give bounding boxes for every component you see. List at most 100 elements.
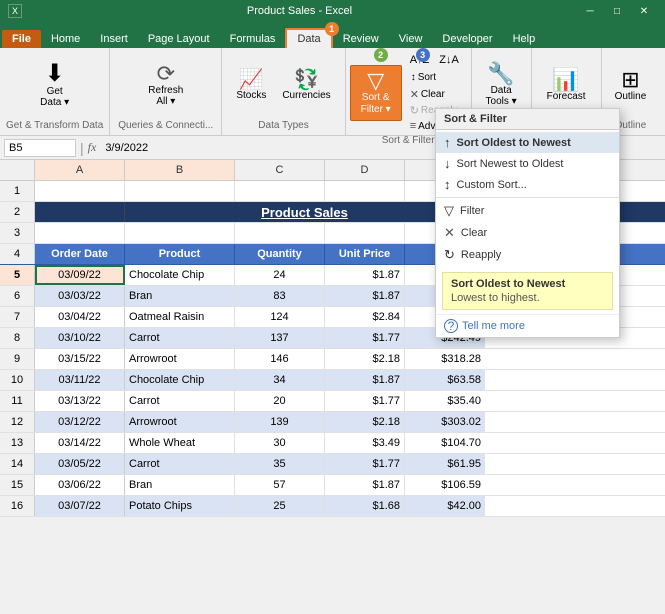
cell-16-product[interactable]: Potato Chips	[125, 496, 235, 516]
cell-7-qty[interactable]: 124	[235, 307, 325, 327]
cell-16-date[interactable]: 03/07/22	[35, 496, 125, 516]
cell-16-price[interactable]: $1.68	[325, 496, 405, 516]
refresh-all-button[interactable]: ⟳ RefreshAll ▾	[141, 59, 190, 111]
cell-14-price[interactable]: $1.77	[325, 454, 405, 474]
cell-3c[interactable]	[235, 223, 325, 243]
cell-11-total[interactable]: $35.40	[405, 391, 485, 411]
col-header-c[interactable]: C	[235, 160, 325, 180]
tab-home[interactable]: Home	[41, 30, 90, 48]
cell-11-date[interactable]: 03/13/22	[35, 391, 125, 411]
cell-6-qty[interactable]: 83	[235, 286, 325, 306]
sort-button[interactable]: ↕ Sort	[406, 70, 441, 85]
cell-14-date[interactable]: 03/05/22	[35, 454, 125, 474]
cell-1b[interactable]	[125, 181, 235, 201]
currencies-button[interactable]: 💱 Currencies	[276, 66, 336, 105]
cell-14-total[interactable]: $61.95	[405, 454, 485, 474]
cell-6-price[interactable]: $1.87	[325, 286, 405, 306]
cell-1d[interactable]	[325, 181, 405, 201]
cell-8-price[interactable]: $1.77	[325, 328, 405, 348]
cell-13-date[interactable]: 03/14/22	[35, 433, 125, 453]
minimize-button[interactable]: ─	[577, 3, 603, 19]
data-tools-button[interactable]: 🔧 DataTools ▾	[479, 59, 524, 111]
col-header-a[interactable]: A	[35, 160, 125, 180]
cell-10-date[interactable]: 03/11/22	[35, 370, 125, 390]
cell-12-date[interactable]: 03/12/22	[35, 412, 125, 432]
cell-15-product[interactable]: Bran	[125, 475, 235, 495]
tab-developer[interactable]: Developer	[432, 30, 502, 48]
cell-15-qty[interactable]: 57	[235, 475, 325, 495]
sort-za-button[interactable]: Z↓A	[435, 52, 463, 68]
popup-item-reapply[interactable]: ↻ Reapply	[436, 244, 619, 266]
cell-11-product[interactable]: Carrot	[125, 391, 235, 411]
popup-item-clear[interactable]: ✕ Clear	[436, 222, 619, 244]
cell-13-price[interactable]: $3.49	[325, 433, 405, 453]
cell-9-product[interactable]: Arrowroot	[125, 349, 235, 369]
tab-file[interactable]: File	[2, 30, 41, 48]
cell-12-price[interactable]: $2.18	[325, 412, 405, 432]
col-header-d[interactable]: D	[325, 160, 405, 180]
cell-9-qty[interactable]: 146	[235, 349, 325, 369]
maximize-button[interactable]: □	[604, 3, 630, 19]
cell-5-date[interactable]: 03/09/22	[35, 265, 125, 285]
cell-7-price[interactable]: $2.84	[325, 307, 405, 327]
tab-data[interactable]: Data 1	[285, 28, 332, 48]
cell-12-total[interactable]: $303.02	[405, 412, 485, 432]
cell-14-product[interactable]: Carrot	[125, 454, 235, 474]
cell-10-product[interactable]: Chocolate Chip	[125, 370, 235, 390]
close-button[interactable]: ✕	[631, 3, 657, 19]
cell-8-qty[interactable]: 137	[235, 328, 325, 348]
tab-page-layout[interactable]: Page Layout	[138, 30, 220, 48]
cell-1a[interactable]	[35, 181, 125, 201]
cell-13-product[interactable]: Whole Wheat	[125, 433, 235, 453]
cell-10-price[interactable]: $1.87	[325, 370, 405, 390]
tell-more-link[interactable]: ? Tell me more	[436, 314, 619, 337]
popup-item-sort-newest[interactable]: ↓ Sort Newest to Oldest	[436, 153, 619, 174]
cell-9-total[interactable]: $318.28	[405, 349, 485, 369]
cell-15-price[interactable]: $1.87	[325, 475, 405, 495]
cell-7-product[interactable]: Oatmeal Raisin	[125, 307, 235, 327]
cell-11-qty[interactable]: 20	[235, 391, 325, 411]
tab-review[interactable]: Review	[333, 30, 389, 48]
cell-8-product[interactable]: Carrot	[125, 328, 235, 348]
popup-item-sort-oldest[interactable]: ↑ Sort Oldest to Newest	[436, 132, 619, 153]
sort-filter-button[interactable]: ▽ Sort &Filter ▾	[350, 65, 402, 121]
cell-7-date[interactable]: 03/04/22	[35, 307, 125, 327]
tab-formulas[interactable]: Formulas	[220, 30, 286, 48]
cell-16-total[interactable]: $42.00	[405, 496, 485, 516]
cell-5-qty[interactable]: 24	[235, 265, 325, 285]
cell-6-date[interactable]: 03/03/22	[35, 286, 125, 306]
cell-15-total[interactable]: $106.59	[405, 475, 485, 495]
cell-2a[interactable]	[35, 202, 125, 222]
cell-3d[interactable]	[325, 223, 405, 243]
cell-10-total[interactable]: $63.58	[405, 370, 485, 390]
cell-9-price[interactable]: $2.18	[325, 349, 405, 369]
cell-12-qty[interactable]: 139	[235, 412, 325, 432]
forecast-button[interactable]: 📊 Forecast	[540, 65, 593, 106]
cell-3b[interactable]	[125, 223, 235, 243]
cell-6-product[interactable]: Bran	[125, 286, 235, 306]
cell-1c[interactable]	[235, 181, 325, 201]
tab-help[interactable]: Help	[503, 30, 546, 48]
cell-10-qty[interactable]: 34	[235, 370, 325, 390]
cell-11-price[interactable]: $1.77	[325, 391, 405, 411]
cell-12-product[interactable]: Arrowroot	[125, 412, 235, 432]
cell-3a[interactable]	[35, 223, 125, 243]
clear-button[interactable]: ✕ Clear	[406, 87, 467, 102]
name-box[interactable]	[4, 139, 76, 157]
cell-15-date[interactable]: 03/06/22	[35, 475, 125, 495]
popup-item-custom-sort[interactable]: ↕ Custom Sort...	[436, 174, 619, 195]
cell-9-date[interactable]: 03/15/22	[35, 349, 125, 369]
cell-16-qty[interactable]: 25	[235, 496, 325, 516]
cell-5-product[interactable]: Chocolate Chip	[125, 265, 235, 285]
popup-item-filter[interactable]: ▽ Filter	[436, 200, 619, 222]
cell-13-total[interactable]: $104.70	[405, 433, 485, 453]
cell-14-qty[interactable]: 35	[235, 454, 325, 474]
cell-8-date[interactable]: 03/10/22	[35, 328, 125, 348]
stocks-button[interactable]: 📈 Stocks	[230, 66, 272, 105]
tab-insert[interactable]: Insert	[90, 30, 138, 48]
outline-button[interactable]: ⊞ Outline	[608, 65, 654, 106]
tab-view[interactable]: View	[389, 30, 433, 48]
get-data-button[interactable]: ⬇ GetData ▾	[33, 58, 76, 112]
cell-13-qty[interactable]: 30	[235, 433, 325, 453]
col-header-b[interactable]: B	[125, 160, 235, 180]
